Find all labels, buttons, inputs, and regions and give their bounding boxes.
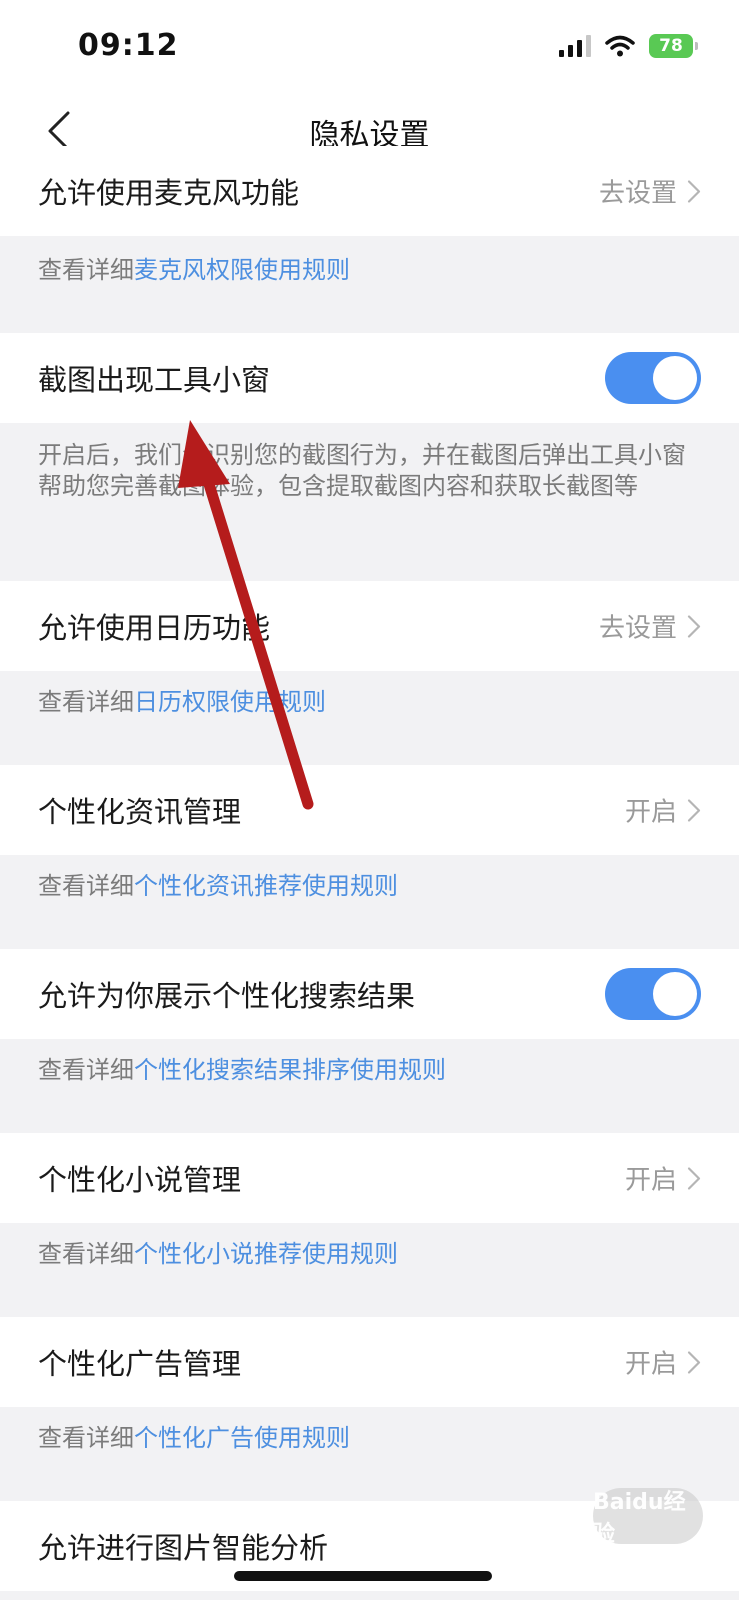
novels-rules-link[interactable]: 个性化小说推荐使用规则 bbox=[134, 1240, 398, 1268]
setting-row-personalized-ads[interactable]: 个性化广告管理 开启 bbox=[0, 1317, 739, 1407]
ads-rules-link[interactable]: 个性化广告使用规则 bbox=[134, 1424, 350, 1452]
status-bar: 09:12 78 bbox=[0, 0, 739, 96]
microphone-rules-link[interactable]: 麦克风权限使用规则 bbox=[134, 256, 350, 284]
chevron-right-icon bbox=[687, 798, 701, 822]
setting-label: 允许使用日历功能 bbox=[38, 611, 271, 645]
wifi-icon bbox=[605, 35, 635, 57]
setting-label: 允许进行图片智能分析 bbox=[38, 1531, 329, 1565]
calendar-rules-link[interactable]: 日历权限使用规则 bbox=[134, 688, 326, 716]
toggle-knob bbox=[653, 356, 697, 400]
description-prefix: 查看详细 bbox=[38, 1240, 134, 1268]
search-rules-link[interactable]: 个性化搜索结果排序使用规则 bbox=[134, 1056, 446, 1084]
action-label: 开启 bbox=[624, 797, 677, 828]
setting-row-personalized-news[interactable]: 个性化资讯管理 开启 bbox=[0, 765, 739, 855]
news-rules-link[interactable]: 个性化资讯推荐使用规则 bbox=[134, 872, 398, 900]
home-indicator[interactable] bbox=[234, 1571, 492, 1581]
setting-label: 个性化广告管理 bbox=[38, 1347, 242, 1381]
chevron-right-icon bbox=[687, 1350, 701, 1374]
go-settings-button[interactable]: 去设置 bbox=[599, 173, 701, 210]
setting-row-personalized-search[interactable]: 允许为你展示个性化搜索结果 bbox=[0, 949, 739, 1039]
chevron-right-icon bbox=[687, 614, 701, 638]
baidu-watermark-logo: Baidu经验 bbox=[593, 1488, 703, 1547]
row-description: 查看详细麦克风权限使用规则 bbox=[38, 255, 688, 286]
cellular-signal-icon bbox=[559, 35, 591, 57]
setting-row-screenshot-tool[interactable]: 截图出现工具小窗 bbox=[0, 333, 739, 423]
action-label: 去设置 bbox=[598, 178, 677, 209]
watermark-text: Baidu经验 bbox=[593, 1490, 686, 1547]
action-label: 去设置 bbox=[598, 613, 677, 644]
row-description: 查看详细个性化小说推荐使用规则 bbox=[38, 1239, 688, 1270]
setting-label: 个性化小说管理 bbox=[38, 1163, 242, 1197]
status-time: 09:12 bbox=[78, 28, 179, 63]
row-description: 查看详细日历权限使用规则 bbox=[38, 687, 688, 718]
status-icons: 78 bbox=[559, 34, 698, 58]
description-prefix: 查看详细 bbox=[38, 256, 134, 284]
row-description: 查看详细个性化搜索结果排序使用规则 bbox=[38, 1055, 688, 1086]
screenshot-tool-description: 开启后，我们会识别您的截图行为，并在截图后弹出工具小窗帮助您完善截图体验，包含提… bbox=[38, 441, 686, 500]
row-description: 查看详细个性化广告使用规则 bbox=[38, 1423, 688, 1454]
setting-label: 允许使用麦克风功能 bbox=[38, 176, 300, 210]
chevron-right-icon bbox=[687, 179, 701, 203]
description-prefix: 查看详细 bbox=[38, 688, 134, 716]
chevron-right-icon bbox=[687, 1166, 701, 1190]
action-label: 开启 bbox=[624, 1165, 677, 1196]
description-prefix: 查看详细 bbox=[38, 1056, 134, 1084]
go-settings-button[interactable]: 去设置 bbox=[599, 608, 701, 645]
novels-status-button[interactable]: 开启 bbox=[625, 1160, 701, 1197]
description-prefix: 查看详细 bbox=[38, 1424, 134, 1452]
setting-row-calendar[interactable]: 允许使用日历功能 去设置 bbox=[0, 581, 739, 671]
setting-row-personalized-novels[interactable]: 个性化小说管理 开启 bbox=[0, 1133, 739, 1223]
screenshot-tool-toggle[interactable] bbox=[605, 352, 701, 404]
setting-label: 个性化资讯管理 bbox=[38, 795, 242, 829]
personalized-search-toggle[interactable] bbox=[605, 968, 701, 1020]
toggle-knob bbox=[653, 972, 697, 1016]
action-label: 开启 bbox=[624, 1349, 677, 1380]
battery-icon: 78 bbox=[649, 34, 698, 58]
news-status-button[interactable]: 开启 bbox=[625, 792, 701, 829]
row-description: 查看详细个性化资讯推荐使用规则 bbox=[38, 871, 688, 902]
description-prefix: 查看详细 bbox=[38, 872, 134, 900]
setting-label: 允许为你展示个性化搜索结果 bbox=[38, 979, 416, 1013]
setting-label: 截图出现工具小窗 bbox=[38, 363, 271, 397]
setting-row-microphone[interactable]: 允许使用麦克风功能 去设置 bbox=[0, 146, 739, 236]
ads-status-button[interactable]: 开启 bbox=[625, 1344, 701, 1381]
battery-level: 78 bbox=[659, 36, 683, 56]
